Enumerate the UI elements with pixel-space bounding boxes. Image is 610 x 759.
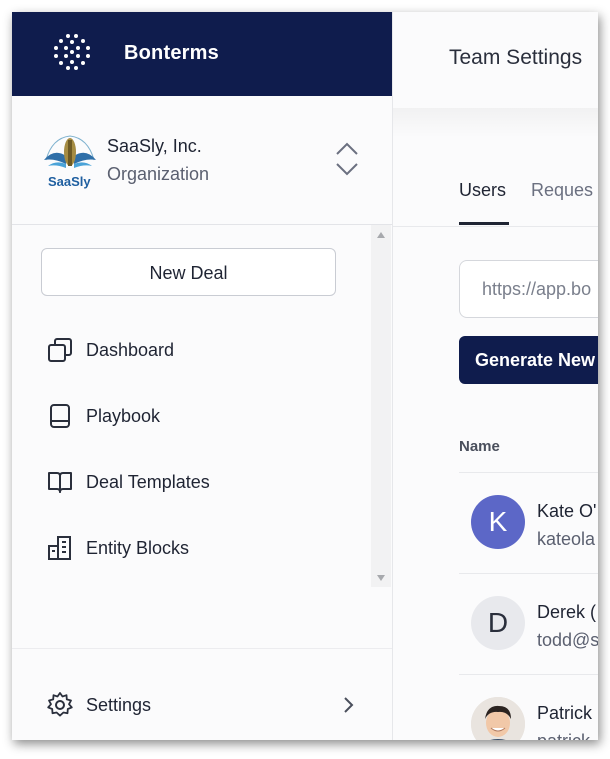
- generate-new-button[interactable]: Generate New: [459, 336, 598, 384]
- sidebar-item-entity-blocks[interactable]: Entity Blocks: [46, 530, 346, 566]
- copy-squares-icon: [48, 338, 72, 362]
- sidebar: Bonterms SaaSly SaaSly, Inc. Organizatio…: [12, 12, 393, 740]
- main-content: Team Settings Users Reques Generate New …: [393, 12, 598, 740]
- org-name: SaaSly, Inc.: [107, 136, 202, 156]
- tab-requests[interactable]: Reques: [531, 180, 593, 201]
- table-row[interactable]: Patrick patrick: [459, 674, 598, 740]
- org-logo-text: SaaSly: [48, 174, 91, 189]
- user-email: patrick: [537, 731, 590, 740]
- org-switcher[interactable]: SaaSly SaaSly, Inc. Organization: [12, 96, 392, 225]
- sidebar-item-label: Dashboard: [86, 340, 175, 360]
- invite-link-input[interactable]: [459, 260, 598, 318]
- gear-icon: [47, 692, 73, 717]
- sidebar-item-label: Deal Templates: [86, 472, 210, 492]
- table-row[interactable]: D Derek ( todd@s: [459, 573, 598, 674]
- app-window: Bonterms SaaSly SaaSly, Inc. Organizatio…: [12, 12, 598, 740]
- sidebar-item-settings[interactable]: Settings: [12, 648, 392, 740]
- scroll-down-arrow-icon[interactable]: [377, 575, 385, 581]
- active-tab-indicator: [459, 222, 509, 225]
- user-name: Derek (: [537, 602, 597, 622]
- header-divider: [393, 108, 598, 138]
- avatar: D: [471, 596, 525, 650]
- avatar: K: [471, 495, 525, 549]
- tab-bar: Users Reques: [393, 172, 598, 227]
- sidebar-item-playbook[interactable]: Playbook: [46, 398, 346, 434]
- user-email: todd@s: [537, 630, 598, 650]
- open-book-icon: [48, 472, 72, 493]
- sidebar-item-deal-templates[interactable]: Deal Templates: [46, 464, 346, 500]
- user-email: kateola: [537, 529, 596, 549]
- book-icon: [50, 404, 70, 428]
- brand-header[interactable]: Bonterms: [12, 12, 392, 96]
- building-icon: [48, 536, 71, 560]
- avatar: [471, 697, 525, 740]
- tab-users[interactable]: Users: [459, 180, 506, 201]
- chevron-right-icon: [344, 697, 354, 713]
- sidebar-item-label: Playbook: [86, 406, 161, 426]
- user-photo-icon: [471, 697, 525, 740]
- bonterms-logo-icon: [54, 34, 90, 70]
- settings-label: Settings: [86, 695, 152, 715]
- org-type: Organization: [107, 164, 210, 184]
- table-row[interactable]: K Kate O' kateola: [459, 472, 598, 573]
- org-logo: SaaSly: [42, 130, 98, 192]
- chevron-up-down-icon[interactable]: [334, 140, 360, 178]
- sidebar-item-label: Entity Blocks: [86, 538, 190, 558]
- user-name: Patrick: [537, 703, 593, 723]
- column-header-name[interactable]: Name: [459, 438, 500, 455]
- page-title: Team Settings: [449, 46, 583, 69]
- user-name: Kate O': [537, 501, 597, 521]
- scroll-up-arrow-icon[interactable]: [377, 232, 385, 238]
- new-deal-button[interactable]: New Deal: [41, 248, 336, 296]
- sidebar-scrollbar[interactable]: [371, 225, 391, 587]
- brand-name: Bonterms: [124, 42, 219, 64]
- sidebar-item-dashboard[interactable]: Dashboard: [46, 332, 346, 368]
